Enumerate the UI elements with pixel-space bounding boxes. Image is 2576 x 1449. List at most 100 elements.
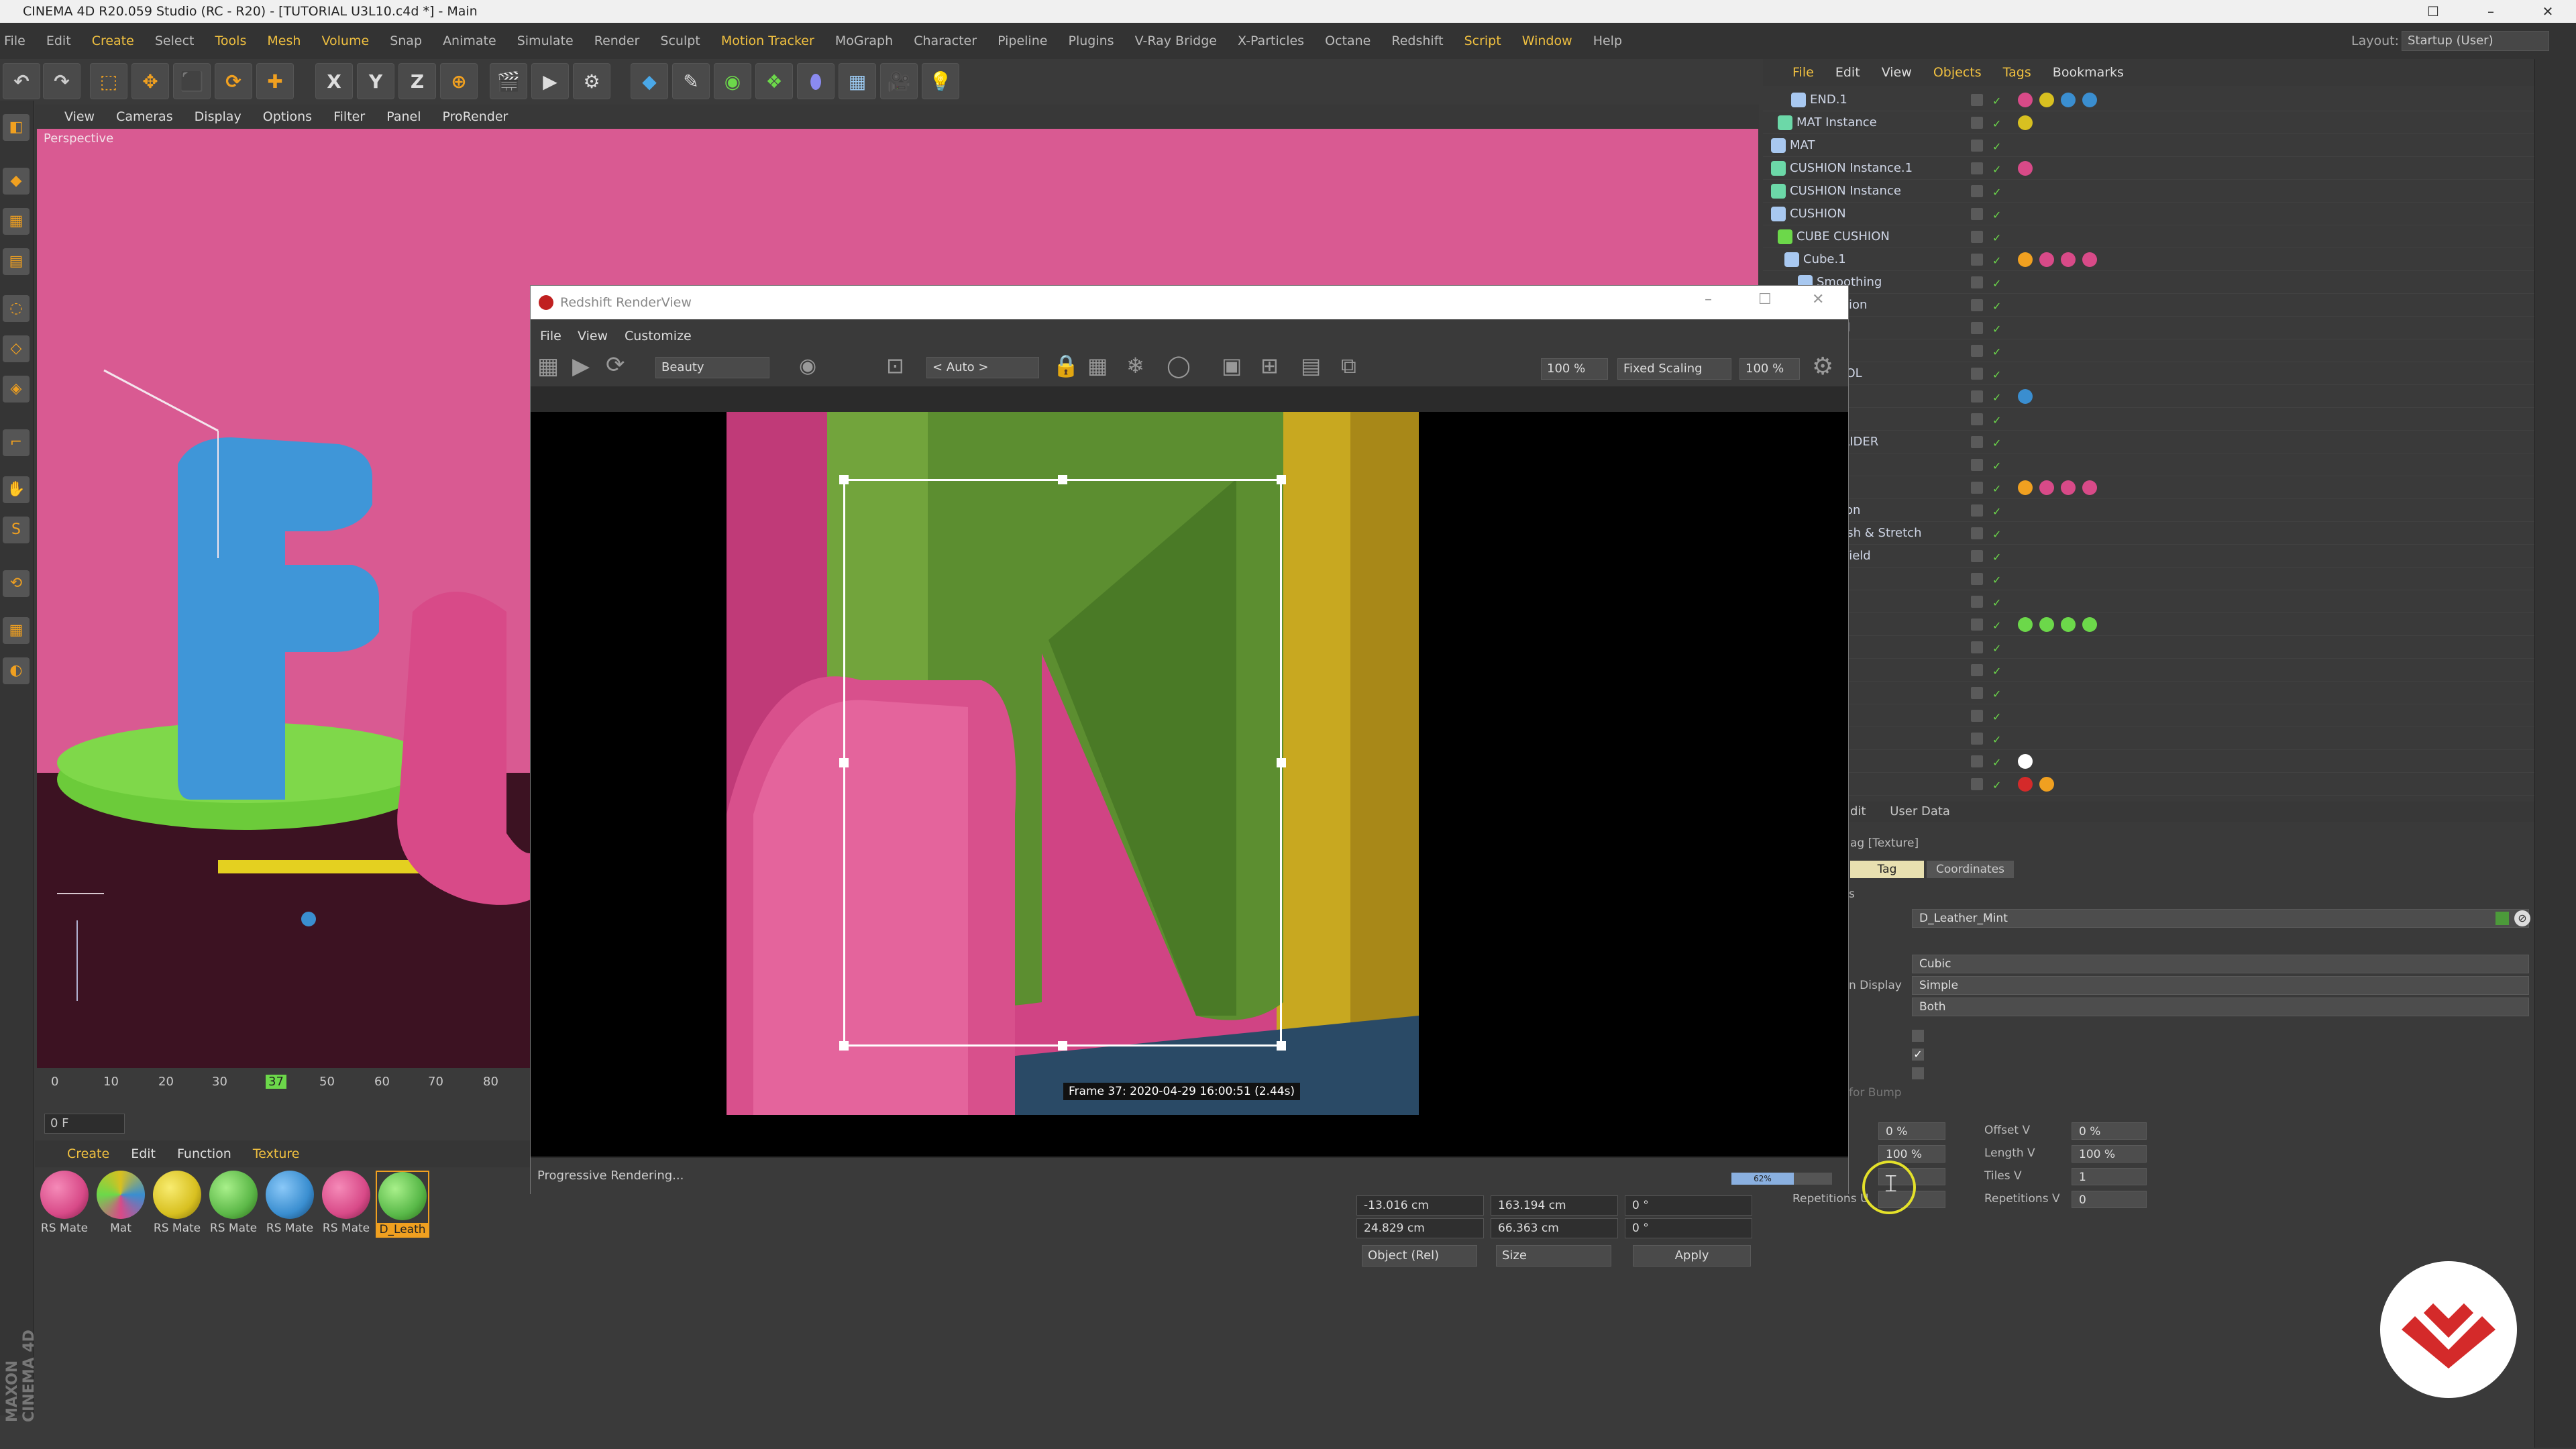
- menu-redshift[interactable]: Redshift: [1391, 34, 1443, 48]
- object-row[interactable]: LING POOL✓: [1763, 362, 2534, 385]
- attr-menu-edit[interactable]: dit: [1850, 804, 1866, 818]
- redo-icon[interactable]: ↷: [43, 63, 80, 99]
- enabled-check-icon[interactable]: ✓: [1992, 774, 2001, 797]
- viewport-menu-cameras[interactable]: Cameras: [116, 109, 172, 124]
- object-row[interactable]: CUSHION ✓: [1763, 203, 2534, 225]
- menu-mesh[interactable]: Mesh: [267, 34, 301, 48]
- material-link-field[interactable]: D_Leather_Mint: [1912, 909, 2529, 928]
- viewport-menu-display[interactable]: Display: [195, 109, 241, 124]
- checkbox-unchecked[interactable]: [1912, 1030, 1924, 1042]
- visibility-toggle[interactable]: [1971, 596, 1983, 608]
- play-icon[interactable]: ▶: [572, 353, 590, 380]
- model-mode-icon[interactable]: ◆: [3, 168, 30, 195]
- snapshot-icon[interactable]: ◉: [799, 354, 816, 378]
- visibility-toggle[interactable]: [1971, 778, 1983, 790]
- visibility-toggle[interactable]: [1971, 276, 1983, 288]
- enabled-check-icon[interactable]: ✓: [1992, 683, 2001, 706]
- enabled-check-icon[interactable]: ✓: [1992, 272, 2001, 295]
- menu-file[interactable]: File: [4, 34, 25, 48]
- pen-icon[interactable]: ✎: [672, 63, 710, 99]
- visibility-toggle[interactable]: [1971, 504, 1983, 517]
- crop-icon[interactable]: ⊡: [886, 353, 904, 378]
- enabled-check-icon[interactable]: ✓: [1992, 364, 2001, 386]
- length-v-field[interactable]: 100 %: [2072, 1145, 2147, 1163]
- object-row[interactable]: RKINGS✓: [1763, 339, 2534, 362]
- menu-snap[interactable]: Snap: [390, 34, 422, 48]
- edges-mode-icon[interactable]: ◇: [3, 335, 30, 362]
- viewport-menu-filter[interactable]: Filter: [333, 109, 365, 124]
- x-axis-button[interactable]: X: [315, 63, 353, 99]
- viewport-menu-panel[interactable]: Panel: [386, 109, 421, 124]
- material-menu-function[interactable]: Function: [177, 1146, 231, 1161]
- object-row[interactable]: ✓: [1763, 636, 2534, 659]
- recent-tool-icon[interactable]: ✚: [256, 63, 294, 99]
- move-icon[interactable]: ✥: [131, 63, 169, 99]
- enabled-check-icon[interactable]: ✓: [1992, 614, 2001, 637]
- tweak-mode-icon[interactable]: ✋: [3, 476, 30, 503]
- menu-plugins[interactable]: Plugins: [1068, 34, 1114, 48]
- enabled-check-icon[interactable]: ✓: [1992, 204, 2001, 227]
- visibility-toggle[interactable]: [1971, 641, 1983, 653]
- coord-z-size[interactable]: 66.363 cm: [1491, 1218, 1618, 1238]
- subdivision-icon[interactable]: ◉: [714, 63, 751, 99]
- light-icon[interactable]: 💡: [922, 63, 959, 99]
- om-menu-tags[interactable]: Tags: [2003, 65, 2031, 80]
- renderview-minimize-button[interactable]: –: [1705, 291, 1712, 308]
- object-row[interactable]: ✓: [1763, 727, 2534, 750]
- apply-button[interactable]: Apply: [1633, 1245, 1751, 1267]
- render-image-area[interactable]: Frame 37: 2020-04-29 16:00:51 (2.44s): [531, 412, 1848, 1157]
- object-row[interactable]: Bevel✓: [1763, 317, 2534, 339]
- material-menu-create[interactable]: Create: [67, 1146, 109, 1161]
- menu-character[interactable]: Character: [914, 34, 977, 48]
- enabled-check-icon[interactable]: ✓: [1992, 569, 2001, 592]
- compare-icon[interactable]: ▤: [1301, 353, 1321, 378]
- image-icon[interactable]: ▣: [1222, 353, 1242, 378]
- material-tag-icon[interactable]: [2082, 252, 2097, 267]
- object-row[interactable]: CUBE CUSHION ✓: [1763, 225, 2534, 248]
- edit-render-settings-icon[interactable]: ⚙: [573, 63, 610, 99]
- object-row[interactable]: MAT Instance ✓: [1763, 111, 2534, 134]
- lock-icon[interactable]: 🔒: [1053, 353, 1079, 378]
- lock-icon[interactable]: ◐: [3, 657, 30, 684]
- tab-tag[interactable]: Tag: [1850, 861, 1924, 878]
- enabled-check-icon[interactable]: ✓: [1992, 341, 2001, 364]
- menu-animate[interactable]: Animate: [443, 34, 496, 48]
- redshift-renderview-window[interactable]: Redshift RenderView – ☐ ✕ File View Cust…: [530, 285, 1849, 1194]
- object-row[interactable]: Collision✓: [1763, 499, 2534, 522]
- viewport-menu-prorender[interactable]: ProRender: [443, 109, 508, 124]
- projection-display-select[interactable]: Simple: [1912, 976, 2529, 995]
- repetitions-v-field[interactable]: 0: [2072, 1191, 2147, 1208]
- material-tag-icon[interactable]: [2039, 480, 2054, 495]
- material-tag-icon[interactable]: [2082, 480, 2097, 495]
- viewport-menu-view[interactable]: View: [64, 109, 95, 124]
- enabled-check-icon[interactable]: ✓: [1992, 729, 2001, 751]
- menu-tools[interactable]: Tools: [215, 34, 247, 48]
- material-tag-icon[interactable]: [2061, 480, 2076, 495]
- object-row[interactable]: ✓: [1763, 659, 2534, 682]
- menu-volume[interactable]: Volume: [321, 34, 369, 48]
- object-row[interactable]: ✓: [1763, 385, 2534, 408]
- visibility-toggle[interactable]: [1971, 231, 1983, 243]
- visibility-toggle[interactable]: [1971, 733, 1983, 745]
- object-row[interactable]: MAT ✓: [1763, 134, 2534, 157]
- object-row[interactable]: ✓: [1763, 590, 2534, 613]
- grid-icon[interactable]: ▦: [3, 617, 30, 644]
- material-tag-icon[interactable]: [2082, 93, 2097, 107]
- object-row[interactable]: ✓: [1763, 682, 2534, 704]
- clapper-icon[interactable]: ▦: [537, 353, 559, 380]
- minimize-button[interactable]: –: [2462, 0, 2520, 23]
- enabled-check-icon[interactable]: ✓: [1992, 523, 2001, 546]
- material-tag-icon[interactable]: [2018, 777, 2033, 792]
- tiles-v-field[interactable]: 1: [2072, 1168, 2147, 1185]
- om-menu-bookmarks[interactable]: Bookmarks: [2053, 65, 2124, 80]
- axis-mode-icon[interactable]: ⌐: [3, 429, 30, 456]
- timeline-playhead[interactable]: 37: [266, 1075, 286, 1089]
- visibility-toggle[interactable]: [1971, 664, 1983, 676]
- tab-coordinates[interactable]: Coordinates: [1927, 861, 2014, 878]
- side-select[interactable]: Both: [1912, 998, 2529, 1016]
- enabled-check-icon[interactable]: ✓: [1992, 637, 2001, 660]
- material-menu-edit[interactable]: Edit: [131, 1146, 156, 1161]
- visibility-toggle[interactable]: [1971, 368, 1983, 380]
- material-menu-texture[interactable]: Texture: [253, 1146, 300, 1161]
- menu-create[interactable]: Create: [92, 34, 134, 48]
